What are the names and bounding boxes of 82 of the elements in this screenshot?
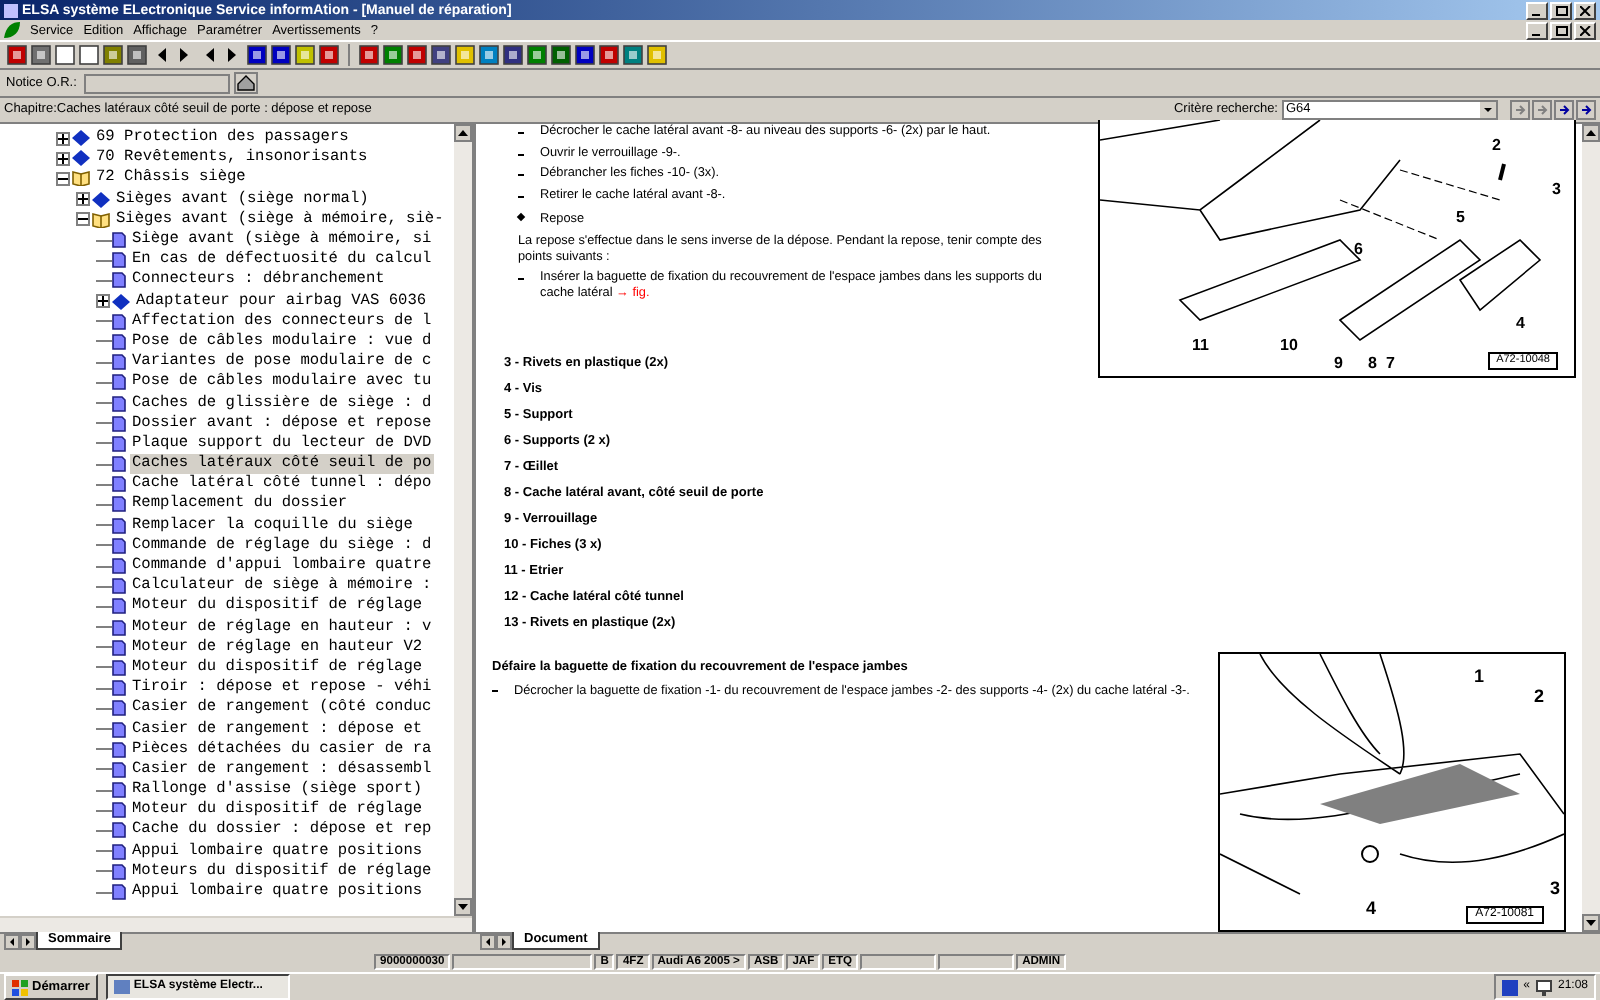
- callout-number: 3: [1552, 180, 1561, 198]
- callout-number: 9: [1334, 354, 1343, 372]
- scroll-down-icon[interactable]: [1582, 914, 1600, 932]
- toolbar-tool-icon[interactable]: [54, 44, 76, 66]
- toolbar-tool-icon[interactable]: [598, 44, 620, 66]
- dash-icon: [518, 132, 524, 134]
- toolbar-tool-icon[interactable]: [550, 44, 572, 66]
- vertical-scrollbar[interactable]: [454, 124, 472, 916]
- toolbar-tool-icon[interactable]: [622, 44, 644, 66]
- expand-toggle[interactable]: [56, 151, 70, 166]
- scroll-up-icon[interactable]: [454, 124, 472, 142]
- app-icon: [4, 3, 18, 17]
- close-button[interactable]: [1574, 1, 1596, 19]
- toolbar-tool-icon[interactable]: [102, 44, 124, 66]
- dash-icon: [492, 690, 498, 692]
- house-icon[interactable]: [234, 72, 259, 94]
- callout-number: 2: [1492, 136, 1501, 154]
- toolbar-tool-icon[interactable]: [78, 44, 100, 66]
- tab-scroll-right-icon[interactable]: [496, 934, 512, 950]
- toolbar-tool-icon[interactable]: [6, 44, 28, 66]
- callout-number: 11: [1192, 336, 1209, 354]
- toolbar-tool-icon[interactable]: [574, 44, 596, 66]
- maximize-button[interactable]: [1550, 1, 1572, 19]
- expand-toggle[interactable]: [76, 192, 90, 207]
- toolbar-tool-icon[interactable]: [30, 44, 52, 66]
- scroll-up-icon[interactable]: [1582, 124, 1600, 142]
- search-nav-icon[interactable]: [1554, 100, 1574, 120]
- toolbar-tool-icon[interactable]: [646, 44, 668, 66]
- toolbar-tool-icon[interactable]: [318, 44, 340, 66]
- tab-scroll-left-icon[interactable]: [4, 934, 20, 950]
- windows-logo-icon: [12, 979, 28, 995]
- toolbar-tool-icon[interactable]: [382, 44, 404, 66]
- bullet-icon: [516, 212, 526, 222]
- open-book-icon: [72, 170, 90, 187]
- toolbar-tool-icon[interactable]: [430, 44, 452, 66]
- tab-scroll-right-icon[interactable]: [20, 934, 36, 950]
- horizontal-scrollbar[interactable]: [0, 916, 472, 932]
- callout-number: 2: [1534, 686, 1545, 706]
- tab-scroll-left-icon[interactable]: [480, 934, 496, 950]
- empty-status-field: [452, 954, 593, 970]
- expand-toggle[interactable]: [56, 131, 70, 146]
- callout-number: 4: [1516, 314, 1525, 332]
- toolbar-tool-icon[interactable]: [478, 44, 500, 66]
- search-nav-icon[interactable]: [1576, 100, 1596, 120]
- collapse-toggle[interactable]: [76, 212, 90, 227]
- callout-number: 10: [1280, 336, 1298, 354]
- minimize-button[interactable]: [1526, 1, 1548, 19]
- close-icon: [1579, 5, 1591, 15]
- callout-number: 7: [1386, 354, 1395, 372]
- callout-number: 3: [1550, 878, 1561, 898]
- dash-icon: [518, 278, 524, 280]
- close-button[interactable]: [1574, 21, 1596, 39]
- callout-number: 1: [1474, 666, 1485, 686]
- dash-icon: [518, 174, 524, 176]
- minimize-button[interactable]: [1526, 21, 1548, 39]
- scroll-down-icon[interactable]: [454, 898, 472, 916]
- vertical-scrollbar[interactable]: [1582, 124, 1600, 932]
- monitor-icon: [1535, 979, 1552, 995]
- toolbar-tool-icon[interactable]: [294, 44, 316, 66]
- callout-number: 6: [1354, 240, 1363, 258]
- toolbar-tool-icon[interactable]: [358, 44, 380, 66]
- close-icon: [1579, 25, 1591, 35]
- toolbar-tool-icon[interactable]: [502, 44, 524, 66]
- toolbar-tool-icon[interactable]: [126, 44, 148, 66]
- app-icon: [113, 980, 130, 994]
- toolbar-tool-icon[interactable]: [406, 44, 428, 66]
- callout-number: 8: [1368, 354, 1377, 372]
- toolbar-tool-icon[interactable]: [454, 44, 476, 66]
- closed-chapter-icon: [92, 191, 110, 208]
- notice-input-field[interactable]: [84, 73, 231, 93]
- language-indicator-icon: [1501, 979, 1518, 995]
- callout-number: 4: [1366, 898, 1377, 918]
- callout-number: 5: [1456, 208, 1465, 226]
- closed-chapter-icon: [112, 293, 130, 310]
- expand-toggle[interactable]: [96, 294, 110, 309]
- maximize-button[interactable]: [1550, 21, 1572, 39]
- leaf-icon: [4, 22, 20, 38]
- toolbar-tool-icon[interactable]: [246, 44, 268, 66]
- open-book-icon: [92, 211, 110, 228]
- toolbar-tool-icon[interactable]: [526, 44, 548, 66]
- collapse-toggle[interactable]: [56, 171, 70, 186]
- toolbar-tool-icon[interactable]: [270, 44, 292, 66]
